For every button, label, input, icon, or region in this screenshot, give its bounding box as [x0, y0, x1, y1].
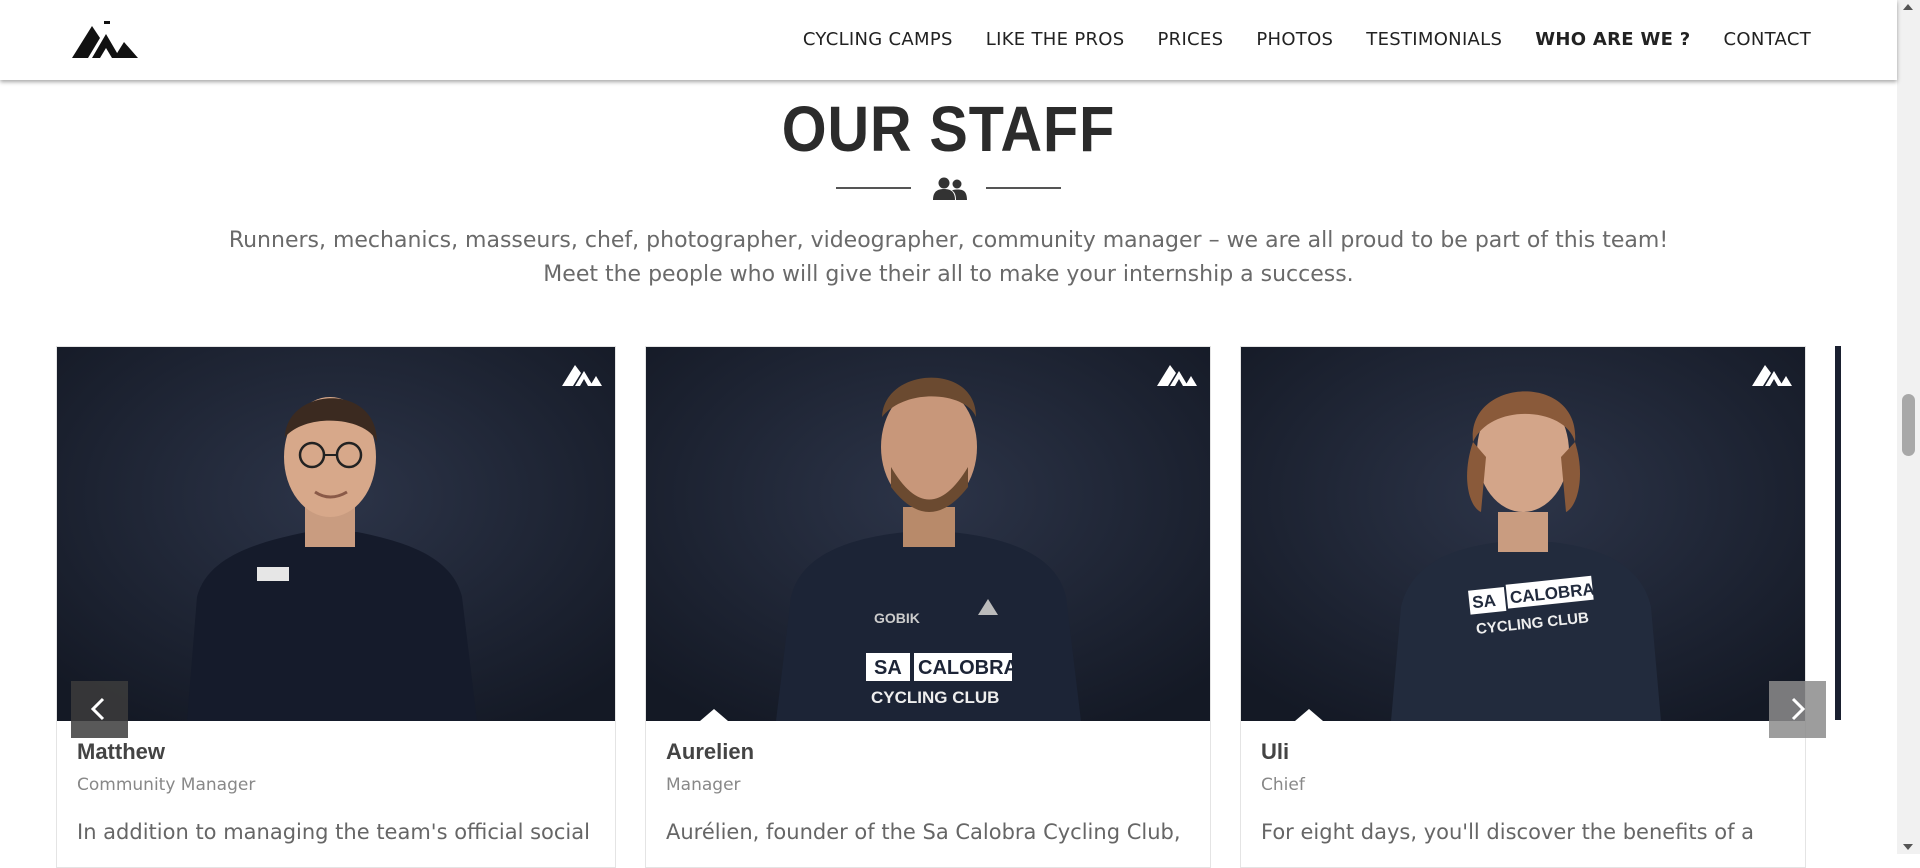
- title-divider: [836, 176, 1061, 206]
- staff-card-partial[interactable]: [1835, 346, 1841, 720]
- carousel-prev-button[interactable]: [71, 681, 128, 738]
- shirt-text-sa: SA: [1471, 591, 1496, 612]
- jersey-text-cycling-club: CYCLING CLUB: [871, 688, 999, 707]
- nav-who-are-we[interactable]: WHO ARE WE ?: [1535, 29, 1690, 50]
- nav-prices[interactable]: PRICES: [1157, 29, 1223, 50]
- staff-card[interactable]: GOBIK SA CALOBRA CYCLING CLUB Aurelien M…: [645, 346, 1211, 868]
- staff-portrait-illustration: [57, 347, 615, 721]
- nav-testimonials[interactable]: TESTIMONIALS: [1366, 29, 1502, 50]
- scroll-up-arrow-icon[interactable]: [1903, 4, 1913, 10]
- users-icon: [933, 177, 967, 200]
- site-header: CYCLING CAMPS LIKE THE PROS PRICES PHOTO…: [0, 0, 1897, 80]
- staff-role: Chief: [1261, 775, 1305, 795]
- card-pointer: [700, 709, 728, 721]
- staff-card[interactable]: SA CALOBRA CYCLING CLUB Uli Chief For ei…: [1240, 346, 1806, 868]
- brand-watermark-icon: [1752, 365, 1792, 386]
- carousel-next-button[interactable]: [1769, 681, 1826, 738]
- staff-photo: SA CALOBRA CYCLING CLUB: [1241, 347, 1805, 721]
- divider-line-right: [986, 187, 1061, 189]
- staff-portrait-illustration: GOBIK SA CALOBRA CYCLING CLUB: [646, 347, 1210, 721]
- nav-like-the-pros[interactable]: LIKE THE PROS: [986, 29, 1125, 50]
- brand-watermark-icon: [562, 365, 602, 386]
- staff-description: Aurélien, founder of the Sa Calobra Cycl…: [666, 820, 1181, 844]
- nav-cycling-camps[interactable]: CYCLING CAMPS: [803, 29, 953, 50]
- section-title: OUR STAFF: [781, 93, 1116, 165]
- chevron-left-icon: [90, 697, 105, 721]
- staff-portrait-illustration: SA CALOBRA CYCLING CLUB: [1241, 347, 1805, 721]
- staff-intro-text: Runners, mechanics, masseurs, chef, phot…: [228, 228, 1669, 287]
- staff-name: Matthew: [77, 739, 165, 764]
- staff-name: Uli: [1261, 739, 1290, 764]
- scroll-down-arrow-icon[interactable]: [1903, 844, 1913, 850]
- scrollbar-thumb[interactable]: [1902, 394, 1915, 456]
- brand-watermark-icon: [1157, 365, 1197, 386]
- staff-photo: GOBIK SA CALOBRA CYCLING CLUB: [646, 347, 1210, 721]
- chevron-right-icon: [1791, 697, 1806, 721]
- staff-description: In addition to managing the team's offic…: [77, 820, 590, 844]
- staff-card[interactable]: Matthew Community Manager In addition to…: [56, 346, 616, 868]
- brand-logo[interactable]: [70, 20, 140, 60]
- staff-role: Community Manager: [77, 775, 256, 795]
- page-scrollbar[interactable]: [1897, 0, 1920, 854]
- jersey-text-calobra: CALOBRA: [918, 657, 1018, 679]
- staff-photo: [57, 347, 615, 721]
- divider-line-left: [836, 187, 911, 189]
- nav-contact[interactable]: CONTACT: [1724, 29, 1811, 50]
- jersey-sponsor-text: GOBIK: [874, 610, 920, 626]
- nav-photos[interactable]: PHOTOS: [1256, 29, 1333, 50]
- main-nav: CYCLING CAMPS LIKE THE PROS PRICES PHOTO…: [770, 0, 1811, 78]
- staff-name: Aurelien: [666, 739, 755, 764]
- card-pointer: [1295, 709, 1323, 721]
- staff-description: For eight days, you'll discover the bene…: [1261, 820, 1755, 844]
- jersey-text-sa: SA: [874, 657, 902, 679]
- staff-role: Manager: [666, 775, 741, 795]
